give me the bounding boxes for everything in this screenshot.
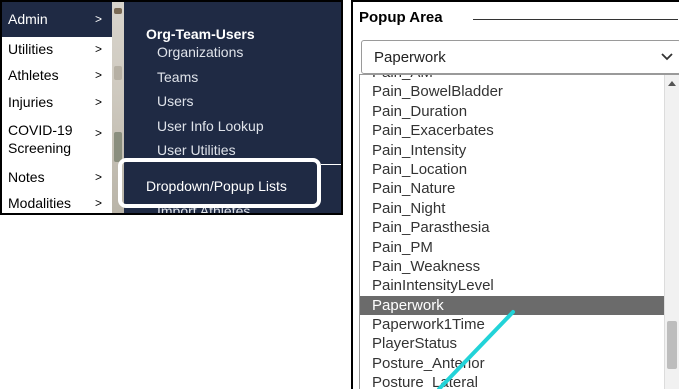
side-nav: Admin > Utilities > Athletes > Injuries … bbox=[2, 2, 112, 213]
list-item[interactable]: Pain_Parasthesia bbox=[360, 218, 666, 237]
menu-screenshot: Admin > Utilities > Athletes > Injuries … bbox=[0, 0, 343, 215]
list-item-selected[interactable]: Paperwork bbox=[360, 295, 666, 316]
header-rule bbox=[473, 19, 678, 20]
background-fragment bbox=[114, 132, 122, 162]
chevron-right-icon: > bbox=[94, 42, 102, 56]
background-fragment bbox=[114, 66, 122, 80]
submenu-item-users[interactable]: Users bbox=[157, 93, 194, 109]
list-item[interactable]: Pain_PM bbox=[360, 238, 666, 257]
side-nav-item-injuries[interactable]: Injuries > bbox=[2, 90, 112, 117]
list-item[interactable]: Paperwork1Time bbox=[360, 315, 666, 334]
submenu-title: Org-Team-Users bbox=[146, 26, 255, 42]
list-item[interactable]: Pain_BowelBladder bbox=[360, 82, 666, 101]
popup-area-header: Popup Area bbox=[359, 9, 447, 26]
list-item[interactable]: PlayerStatus bbox=[360, 334, 666, 353]
list-item[interactable]: Pain_Location bbox=[360, 160, 666, 179]
chevron-right-icon: > bbox=[94, 196, 102, 210]
side-nav-item-notes[interactable]: Notes > bbox=[2, 165, 112, 191]
highlight-box bbox=[118, 158, 321, 208]
scroll-up-arrow-icon[interactable] bbox=[668, 81, 676, 86]
side-nav-label: COVID-19 Screening bbox=[8, 122, 73, 156]
popup-list-items: Pain_AM Pain_BowelBladder Pain_Duration … bbox=[360, 75, 666, 389]
side-nav-item-admin[interactable]: Admin > bbox=[2, 2, 112, 37]
chevron-right-icon: > bbox=[94, 68, 102, 82]
list-item[interactable]: Posture_Lateral bbox=[360, 373, 666, 389]
background-fragment bbox=[114, 8, 122, 14]
list-item[interactable]: Pain_Night bbox=[360, 199, 666, 218]
highlight-connector bbox=[321, 164, 341, 165]
list-item[interactable]: Pain_Nature bbox=[360, 179, 666, 198]
list-item[interactable]: Pain_Exacerbates bbox=[360, 121, 666, 140]
list-scrollbar[interactable] bbox=[664, 75, 679, 389]
list-item[interactable]: PainIntensityLevel bbox=[360, 276, 666, 295]
chevron-right-icon: > bbox=[94, 126, 102, 140]
side-nav-item-modalities[interactable]: Modalities > bbox=[2, 191, 112, 213]
select-value: Paperwork bbox=[374, 49, 446, 66]
side-nav-item-athletes[interactable]: Athletes > bbox=[2, 63, 112, 90]
list-item[interactable]: Pain_Intensity bbox=[360, 141, 666, 160]
submenu-item-user-utilities[interactable]: User Utilities bbox=[157, 142, 236, 158]
popup-area-select[interactable]: Paperwork bbox=[361, 40, 679, 74]
chevron-down-icon bbox=[661, 53, 673, 61]
popup-list[interactable]: Pain_AM Pain_BowelBladder Pain_Duration … bbox=[359, 74, 679, 389]
scrollbar-thumb[interactable] bbox=[667, 321, 677, 369]
chevron-right-icon: > bbox=[94, 170, 102, 184]
chevron-right-icon: > bbox=[94, 12, 102, 26]
list-item[interactable]: Pain_Duration bbox=[360, 102, 666, 121]
popup-area-screenshot: Popup Area Paperwork Pain_AM Pain_BowelB… bbox=[351, 0, 679, 389]
list-item[interactable]: Pain_AM bbox=[360, 75, 666, 82]
chevron-right-icon: > bbox=[94, 95, 102, 109]
side-nav-item-utilities[interactable]: Utilities > bbox=[2, 37, 112, 63]
submenu-item-organizations[interactable]: Organizations bbox=[157, 44, 243, 60]
list-item[interactable]: Posture_Anterior bbox=[360, 354, 666, 373]
submenu-item-user-info-lookup[interactable]: User Info Lookup bbox=[157, 118, 264, 134]
list-item[interactable]: Pain_Weakness bbox=[360, 257, 666, 276]
side-nav-item-covid-screening[interactable]: COVID-19 Screening > bbox=[2, 117, 112, 165]
submenu-item-teams[interactable]: Teams bbox=[157, 69, 198, 85]
